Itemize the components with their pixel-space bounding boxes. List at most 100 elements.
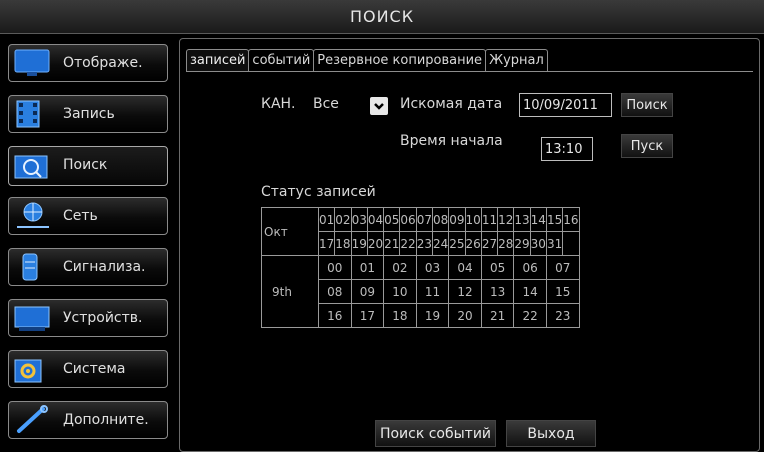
sidebar-item-label: Сигнализа. <box>63 259 146 275</box>
day-cell[interactable]: 16 <box>562 207 580 232</box>
hour-cell[interactable]: 22 <box>513 303 547 328</box>
chevron-down-icon[interactable] <box>370 97 388 115</box>
hour-cell[interactable]: 08 <box>318 279 352 304</box>
film-icon <box>16 100 40 128</box>
gear-icon <box>14 359 42 383</box>
channel-label: КАН. <box>261 96 296 112</box>
sidebar-item-label: Сеть <box>63 208 98 224</box>
search-panel: записей событий Резервное копирование Жу… <box>179 38 760 452</box>
wrench-icon <box>17 405 48 433</box>
hour-cell[interactable]: 06 <box>513 255 547 280</box>
month-label: Окт <box>261 207 319 256</box>
hour-cell[interactable]: 19 <box>415 303 450 328</box>
search-date-field[interactable]: 10/09/2011 <box>519 93 612 117</box>
day-cell[interactable]: 05 <box>383 207 401 232</box>
start-time-field[interactable]: 13:10 <box>541 137 593 161</box>
record-status-calendar: Окт 01 02 03 04 05 06 07 08 09 10 11 12 … <box>261 207 580 328</box>
hour-cell[interactable]: 15 <box>545 279 580 304</box>
day-cell[interactable]: 21 <box>383 231 401 256</box>
hour-cell[interactable]: 11 <box>415 279 450 304</box>
hour-cell[interactable]: 20 <box>448 303 482 328</box>
hour-cell[interactable]: 18 <box>383 303 417 328</box>
day-cell[interactable]: 23 <box>415 231 433 256</box>
day-cell[interactable]: 20 <box>366 231 385 256</box>
sidebar-item-label: Поиск <box>63 157 108 173</box>
exit-button[interactable]: Выход <box>506 420 596 447</box>
sidebar-item-label: Отображе. <box>63 55 143 71</box>
tab-log[interactable]: Журнал <box>485 49 548 72</box>
tab-events[interactable]: событий <box>248 49 315 72</box>
day-cell[interactable]: 30 <box>529 231 547 256</box>
hour-cell[interactable]: 12 <box>448 279 482 304</box>
sidebar-item-advanced[interactable]: Дополните. <box>8 401 168 439</box>
event-search-button[interactable]: Поиск событий <box>375 420 496 447</box>
sidebar-item-system[interactable]: Система <box>8 350 168 388</box>
day-cell[interactable]: 17 <box>317 231 336 256</box>
hour-cell[interactable]: 23 <box>545 303 580 328</box>
day-cell[interactable]: 27 <box>480 231 499 256</box>
hour-cell[interactable]: 09 <box>350 279 385 304</box>
tab-records[interactable]: записей <box>186 49 250 72</box>
hour-cell[interactable]: 14 <box>513 279 547 304</box>
sidebar-item-network[interactable]: Сеть <box>8 197 168 235</box>
day-cell[interactable]: 26 <box>464 231 482 256</box>
hour-cell[interactable]: 02 <box>383 255 417 280</box>
sidebar-item-label: Устройств. <box>63 310 143 326</box>
sidebar-item-display[interactable]: Отображе. <box>8 44 168 82</box>
hour-cell[interactable]: 13 <box>480 279 515 304</box>
hour-cell[interactable]: 03 <box>415 255 450 280</box>
sidebar-item-record[interactable]: Запись <box>8 95 168 133</box>
day-cell[interactable]: 18 <box>334 231 352 256</box>
monitor-icon <box>14 49 50 76</box>
device-icon <box>14 306 50 331</box>
day-cell[interactable]: 01 <box>317 207 336 232</box>
day-cell[interactable]: 12 <box>497 207 515 232</box>
hour-cell[interactable]: 04 <box>448 255 482 280</box>
day-cell[interactable]: 04 <box>366 207 385 232</box>
sidebar-item-search[interactable]: Поиск <box>8 146 168 186</box>
search-button[interactable]: Поиск <box>621 93 673 117</box>
hour-cell[interactable]: 17 <box>350 303 385 328</box>
hour-cell[interactable]: 07 <box>545 255 580 280</box>
tab-bar: записей событий Резервное копирование Жу… <box>186 49 548 72</box>
day-cell[interactable]: 10 <box>464 207 482 232</box>
hour-cell[interactable]: 21 <box>480 303 515 328</box>
day-cell[interactable]: 14 <box>529 207 547 232</box>
day-cell[interactable]: 22 <box>399 231 417 256</box>
hour-cell[interactable]: 10 <box>383 279 417 304</box>
day-cell[interactable]: 15 <box>545 207 564 232</box>
day-cell[interactable]: 03 <box>350 207 368 232</box>
sidebar-item-label: Система <box>63 361 126 377</box>
day-cell[interactable]: 29 <box>513 231 531 256</box>
day-cell[interactable]: 31 <box>545 231 564 256</box>
day-cell[interactable]: 02 <box>334 207 352 232</box>
day-cell[interactable]: 13 <box>513 207 531 232</box>
day-cell[interactable]: 11 <box>480 207 499 232</box>
day-label: 9th <box>261 255 319 328</box>
hour-cell[interactable]: 00 <box>318 255 352 280</box>
hour-cell[interactable]: 05 <box>480 255 515 280</box>
day-cell[interactable]: 08 <box>431 207 450 232</box>
play-button[interactable]: Пуск <box>621 134 673 158</box>
window-title: ПОИСК <box>0 0 764 34</box>
sidebar-item-alarm[interactable]: Сигнализа. <box>8 248 168 286</box>
channel-select-value[interactable]: Все <box>313 96 339 112</box>
tab-backup[interactable]: Резервное копирование <box>313 49 487 72</box>
record-status-title: Статус записей <box>261 184 376 200</box>
sidebar-item-device[interactable]: Устройств. <box>8 299 168 337</box>
day-cell[interactable]: 06 <box>399 207 417 232</box>
day-cell[interactable]: 24 <box>431 231 450 256</box>
day-cell <box>562 231 580 256</box>
day-cell[interactable]: 19 <box>350 231 368 256</box>
day-cell[interactable]: 28 <box>497 231 515 256</box>
day-cell[interactable]: 25 <box>448 231 466 256</box>
sidebar-item-label: Дополните. <box>63 412 149 428</box>
sidebar-item-label: Запись <box>63 106 115 122</box>
start-time-label: Время начала <box>400 133 503 149</box>
search-date-label: Искомая дата <box>400 96 503 112</box>
hour-cell[interactable]: 01 <box>350 255 385 280</box>
day-cell[interactable]: 09 <box>448 207 466 232</box>
day-cell[interactable]: 07 <box>415 207 433 232</box>
network-icon <box>17 202 49 228</box>
hour-cell[interactable]: 16 <box>318 303 352 328</box>
